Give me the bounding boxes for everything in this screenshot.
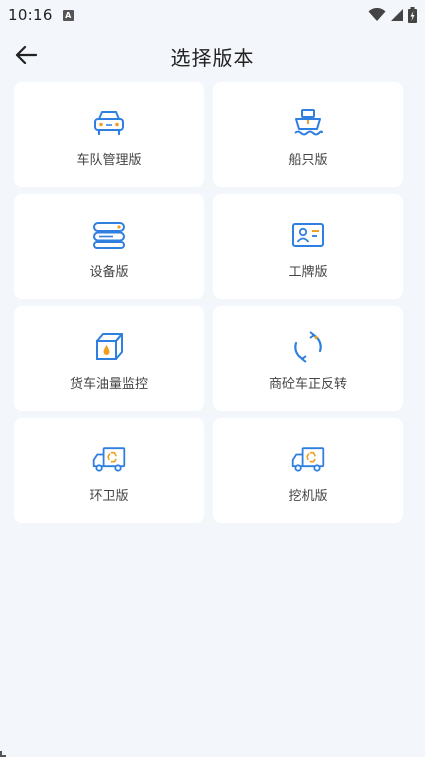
version-card-badge[interactable]: 工牌版 (213, 194, 403, 299)
excavator-truck-icon (291, 447, 325, 472)
version-grid: 车队管理版 船只版 设备版 工牌版 货车油量监控 商砼车正反转 环卫版 挖机版 (14, 82, 403, 523)
rotate-icon (294, 331, 322, 363)
sanitation-truck-icon (92, 447, 126, 472)
version-label: 环卫版 (89, 489, 129, 504)
version-card-excavator[interactable]: 挖机版 (213, 418, 403, 523)
fuel-box-icon (96, 333, 123, 360)
version-card-mixer-rotation[interactable]: 商砼车正反转 (213, 306, 403, 411)
page-title: 选择版本 (170, 46, 255, 70)
corner-mark (0, 751, 6, 757)
version-card-truck-fuel[interactable]: 货车油量监控 (14, 306, 204, 411)
status-bar: 10:16 A (0, 0, 425, 30)
version-card-sanitation[interactable]: 环卫版 (14, 418, 204, 523)
battery-icon (408, 7, 417, 23)
version-card-device[interactable]: 设备版 (14, 194, 204, 299)
id-card-icon (292, 223, 324, 247)
server-icon (93, 222, 125, 249)
version-card-fleet[interactable]: 车队管理版 (14, 82, 204, 187)
version-card-ship[interactable]: 船只版 (213, 82, 403, 187)
header: 选择版本 (0, 32, 425, 78)
wifi-icon (368, 8, 386, 21)
version-label: 车队管理版 (76, 153, 142, 168)
car-icon (94, 111, 124, 136)
version-label: 船只版 (288, 153, 328, 168)
version-label: 货车油量监控 (69, 377, 148, 392)
version-label: 商砼车正反转 (268, 377, 347, 392)
ship-icon (294, 109, 323, 136)
version-label: 设备版 (89, 265, 129, 280)
notification-a-icon: A (62, 9, 74, 21)
status-time: 10:16 (8, 6, 53, 24)
signal-icon (391, 9, 403, 21)
version-label: 工牌版 (288, 265, 328, 280)
version-label: 挖机版 (288, 489, 328, 504)
